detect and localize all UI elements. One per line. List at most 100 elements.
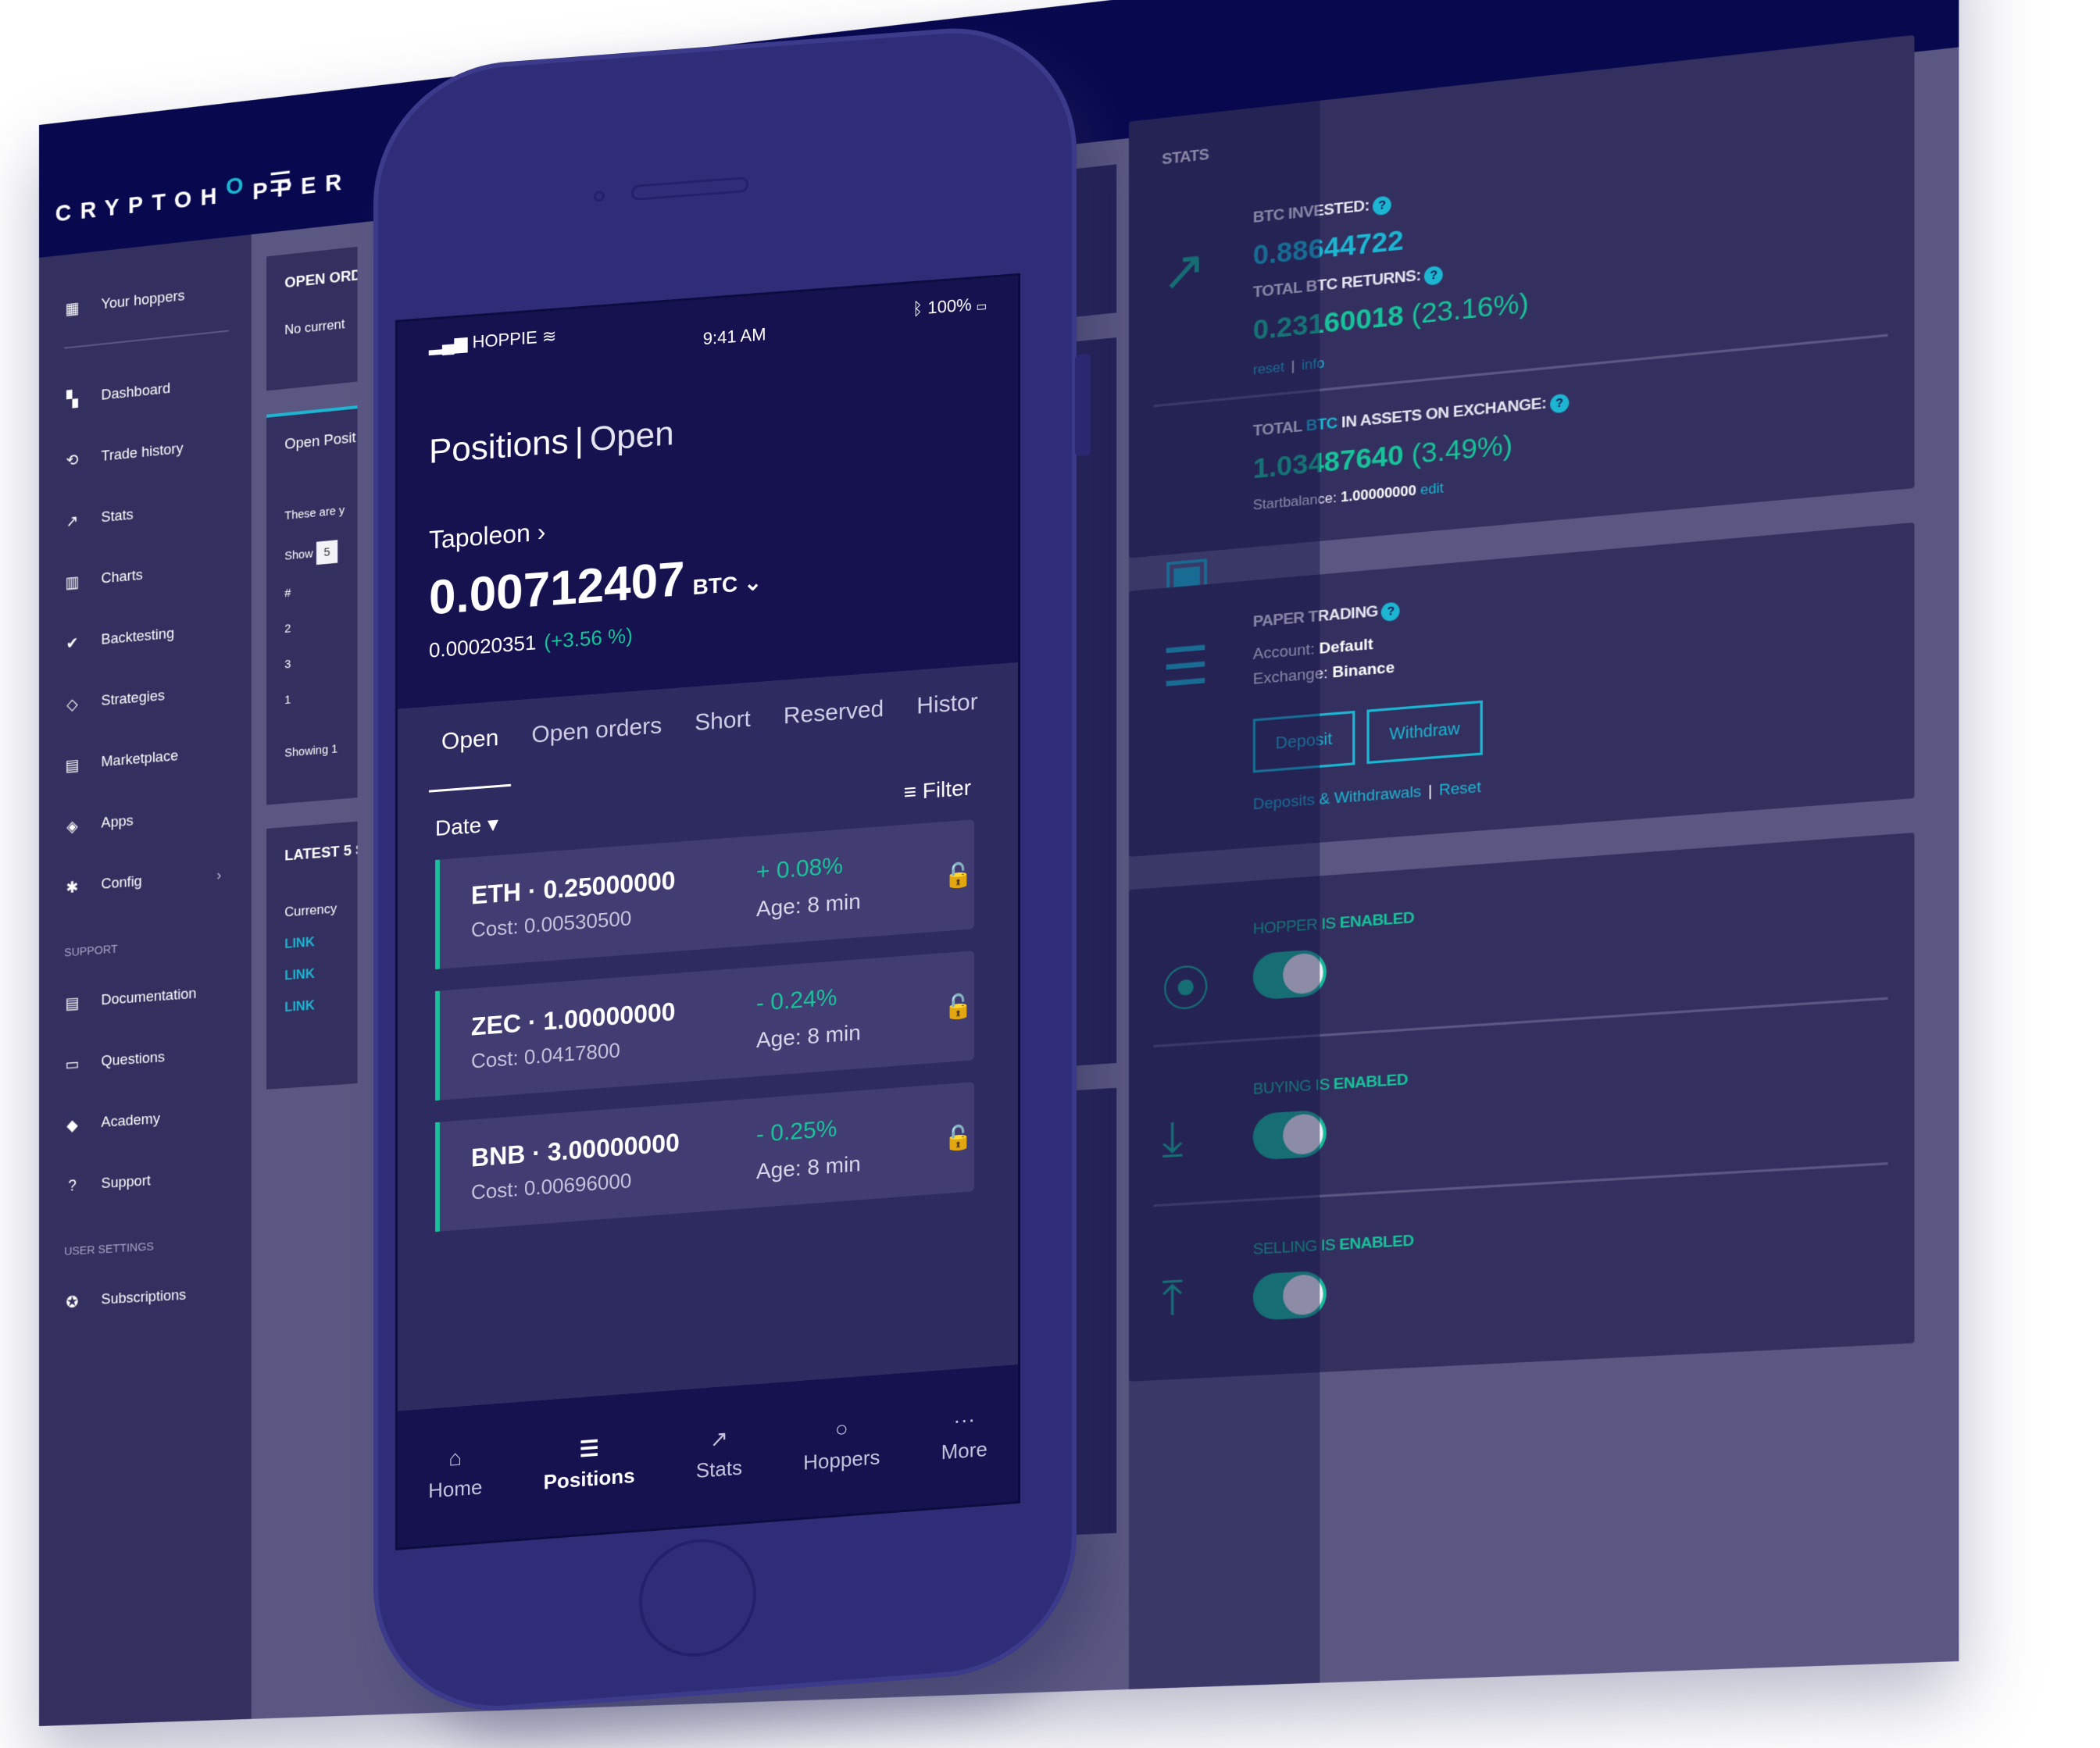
latest-signals-card: LATEST 5 S Currency LINK LINK LINK (266, 821, 358, 1090)
hopper-enabled-toggle[interactable] (1252, 948, 1327, 1001)
speaker-grille (631, 176, 748, 202)
currency-link[interactable]: LINK (284, 931, 357, 952)
lock-icon[interactable]: 🔓 (944, 992, 973, 1022)
home-button[interactable] (639, 1535, 756, 1661)
check-icon: ✔ (66, 633, 79, 653)
more-icon: ··· (953, 1407, 976, 1433)
info-link[interactable]: info (1302, 355, 1324, 373)
deposits-withdrawals-link[interactable]: Deposits & Withdrawals (1253, 783, 1421, 814)
tabbar-hoppers[interactable]: ○ Hoppers (803, 1414, 880, 1475)
download-icon: ⤓ (1162, 1111, 1184, 1166)
assets-value: 1.03487640 (1252, 439, 1404, 485)
sidebar: ▦ Your hoppers ▚ Dashboard ⟲ Trade history… (39, 234, 252, 1726)
status-bar: ▂▄▆ HOPPIE ≋ 9:41 AM ᛒ 100% ▭ (429, 293, 987, 355)
gear-icon: ✱ (66, 878, 79, 897)
tab-open-orders[interactable]: Open orders (531, 712, 662, 785)
chevron-right-icon: › (537, 517, 546, 547)
sort-date-dropdown[interactable]: Date ▾ (435, 811, 498, 841)
table-header: # (284, 586, 291, 601)
layers-icon: ◈ (66, 817, 78, 836)
star-icon: ✪ (66, 1293, 79, 1311)
table-row: 2 (284, 622, 291, 637)
table-row: 3 (284, 657, 291, 672)
bluetooth-icon: ᛒ (912, 298, 923, 319)
currency-link[interactable]: LINK (284, 994, 357, 1015)
wifi-icon: ≋ (541, 326, 557, 347)
phone-screen: ▂▄▆ HOPPIE ≋ 9:41 AM ᛒ 100% ▭ Positions |… (395, 273, 1020, 1550)
startbalance-value: 1.00000000 (1341, 482, 1416, 505)
stats-column: – ✕ STATS ↗ BTC INVESTED:? 0.88644722 TO… (1128, 34, 1915, 1414)
tabbar-stats[interactable]: ↗ Stats (696, 1425, 742, 1483)
receipt-icon: ☰ (1162, 634, 1209, 698)
phone-side-button (1075, 353, 1091, 457)
filter-button[interactable]: ≡ Filter (904, 775, 971, 805)
page-title: Positions | Open (429, 414, 674, 471)
tab-reserved[interactable]: Reserved (784, 696, 884, 766)
help-icon[interactable]: ? (1381, 601, 1400, 622)
document-icon: ▤ (65, 994, 80, 1013)
bottom-tab-bar: ⌂ Home ☰ Positions ↗ Stats ○ Hoppers ··· More (398, 1364, 1018, 1548)
tab-history[interactable]: Histor (916, 689, 977, 756)
sidebar-item-subscriptions[interactable]: ✪ Subscriptions (39, 1261, 252, 1334)
currency-selector[interactable]: BTC ⌄ (693, 570, 762, 600)
reset-link[interactable]: reset (1253, 359, 1284, 378)
trend-icon: ↗ (709, 1425, 729, 1452)
help-icon[interactable]: ? (1373, 195, 1391, 216)
table-row: 1 (284, 693, 291, 708)
deposit-button[interactable]: Deposit (1252, 710, 1355, 773)
graduation-icon: ◆ (66, 1116, 78, 1135)
tabbar-more[interactable]: ··· More (941, 1406, 988, 1464)
phone-device: ▂▄▆ HOPPIE ≋ 9:41 AM ᛒ 100% ▭ Positions |… (373, 19, 1091, 1721)
toggle-row-selling: ⤒ SELLING IS ENABLED (1162, 1200, 1879, 1343)
caret-down-icon: ▾ (487, 811, 498, 837)
assets-pct: (3.49%) (1411, 429, 1513, 471)
open-positions-card: Open Posit These are y Show 5 # 2 3 1 Sh… (266, 408, 358, 805)
toggle-row-buying: ⤓ BUYING IS ENABLED (1162, 1034, 1879, 1182)
total-returns-pct: (23.16%) (1411, 287, 1529, 331)
withdraw-button[interactable]: Withdraw (1366, 700, 1484, 765)
list-item[interactable]: BNB · 3.00000000 Cost: 0.00696000 - 0.25%… (435, 1082, 974, 1233)
tabbar-home[interactable]: ⌂ Home (428, 1444, 482, 1504)
dashboard-middle-column: OPEN ORD No current Open Posit These are… (266, 246, 358, 1113)
target-icon: ◇ (66, 695, 78, 714)
help-icon[interactable]: ? (1423, 265, 1443, 286)
grid-icon: ▦ (65, 298, 80, 318)
tabbar-positions[interactable]: ☰ Positions (544, 1432, 635, 1495)
help-icon: ? (68, 1176, 77, 1195)
open-orders-card: OPEN ORD No current (266, 246, 358, 391)
show-entries-select[interactable]: 5 (316, 540, 338, 565)
chevron-down-icon: ⌄ (743, 569, 762, 596)
upload-icon: ⤒ (1162, 1270, 1184, 1325)
help-icon[interactable]: ? (1549, 393, 1569, 414)
list-item[interactable]: ETH · 0.25000000 Cost: 0.00530500 + 0.08%… (435, 819, 974, 970)
selling-enabled-toggle[interactable] (1252, 1270, 1327, 1321)
chevron-right-icon: › (216, 866, 222, 884)
total-returns-value: 0.23160018 (1252, 299, 1404, 347)
toggle-row-hopper: ⦿ HOPPER IS ENABLED (1162, 869, 1879, 1022)
logo: CRYPTOHOPPER (55, 168, 351, 227)
positions-header: ▂▄▆ HOPPIE ≋ 9:41 AM ᛒ 100% ▭ Positions |… (398, 275, 1018, 709)
buying-enabled-toggle[interactable] (1252, 1109, 1327, 1161)
battery-icon: ▭ (976, 293, 987, 314)
store-icon: ▤ (65, 756, 80, 775)
moon-icon[interactable]: ☾ (1676, 0, 1704, 4)
camera-icon (594, 190, 605, 202)
trend-up-icon: ↗ (1162, 238, 1206, 303)
list-item[interactable]: ZEC · 1.00000000 Cost: 0.0417800 - 0.24% A… (435, 951, 974, 1101)
currency-link[interactable]: LINK (284, 963, 357, 984)
traffic-light-icon: ⦿ (1162, 961, 1210, 1018)
edit-link[interactable]: edit (1420, 480, 1444, 498)
hopper-toggles-card: ⦿ HOPPER IS ENABLED ⤓ BUYING IS ENABLED … (1128, 832, 1915, 1382)
history-icon: ⟲ (66, 451, 79, 470)
tab-open[interactable]: Open (441, 725, 498, 792)
hamburger-icon[interactable]: ☰ (269, 165, 291, 199)
paper-trading-card: ☰ PAPER TRADING? Account: Default Exchan… (1128, 522, 1915, 858)
home-icon: ⌂ (448, 1445, 462, 1471)
tab-short[interactable]: Short (695, 706, 751, 772)
positions-list: ETH · 0.25000000 Cost: 0.00530500 + 0.08%… (398, 797, 1018, 1235)
lock-icon[interactable]: 🔓 (944, 861, 973, 890)
paper-reset-link[interactable]: Reset (1439, 779, 1481, 800)
questions-icon: ▭ (65, 1054, 80, 1074)
lock-icon[interactable]: 🔓 (944, 1123, 973, 1153)
filter-icon: ≡ (903, 779, 916, 804)
